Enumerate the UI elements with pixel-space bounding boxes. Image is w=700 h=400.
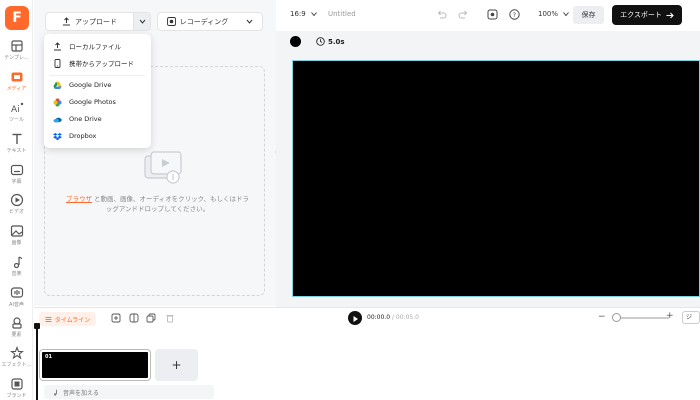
background-color-picker[interactable] bbox=[290, 36, 301, 47]
timeline-zoom-slider[interactable] bbox=[613, 317, 669, 319]
elements-icon bbox=[11, 317, 22, 329]
left-rail: F テンプレ… メディア Ai ツール テキスト 字幕 ビデオ 画像 音楽 AI… bbox=[0, 0, 33, 400]
sidebar-item-media[interactable]: メディア bbox=[0, 70, 33, 92]
project-title[interactable]: Untitled bbox=[328, 10, 356, 18]
browse-link[interactable]: ブラウザ bbox=[66, 195, 92, 203]
google-drive-icon bbox=[53, 81, 62, 89]
chevron-down-icon bbox=[311, 12, 317, 17]
aspect-ratio-select[interactable]: 16:9 bbox=[290, 10, 317, 18]
menu-divider bbox=[50, 75, 145, 76]
sidebar-item-tools[interactable]: Ai ツール bbox=[0, 101, 33, 123]
timeline: タイムライン 00:00.0 / 00:05.0 − + ジ 01 + 音声を加… bbox=[34, 307, 700, 400]
sidebar-item-text[interactable]: テキスト bbox=[0, 132, 33, 154]
playhead[interactable] bbox=[34, 323, 40, 400]
sidebar-item-image[interactable]: 画像 bbox=[0, 224, 33, 246]
clock-icon bbox=[316, 37, 325, 46]
top-toolbar: 16:9 Untitled ? 100% 保存 エクスポート bbox=[276, 0, 700, 31]
svg-text:Ai: Ai bbox=[11, 105, 20, 115]
sidebar-item-ai-voice[interactable]: AI音声 bbox=[0, 286, 33, 308]
split-icon[interactable] bbox=[129, 313, 139, 323]
save-button[interactable]: 保存 bbox=[573, 6, 604, 24]
image-icon bbox=[10, 225, 23, 237]
add-audio-track[interactable]: 音声を加える bbox=[44, 385, 214, 399]
export-button[interactable]: エクスポート bbox=[612, 5, 682, 25]
music-icon bbox=[13, 256, 22, 269]
editor-app: F テンプレ… メディア Ai ツール テキスト 字幕 ビデオ 画像 音楽 AI… bbox=[0, 0, 700, 400]
media-upload-illustration-icon bbox=[144, 151, 182, 184]
chevron-down-icon bbox=[563, 12, 570, 17]
menu-item-google-drive[interactable]: Google Drive bbox=[44, 77, 151, 93]
sidebar-item-effects[interactable]: エフェクト… bbox=[0, 346, 33, 368]
sidebar-item-music[interactable]: 音楽 bbox=[0, 255, 33, 277]
help-icon[interactable]: ? bbox=[509, 9, 520, 20]
ai-voice-icon bbox=[10, 287, 23, 298]
phone-icon bbox=[54, 58, 61, 68]
upload-icon bbox=[63, 17, 70, 26]
clip-number: 01 bbox=[45, 354, 52, 360]
subtitle-icon bbox=[10, 164, 23, 176]
upload-options-toggle[interactable] bbox=[134, 12, 151, 31]
playhead-handle[interactable] bbox=[34, 323, 40, 329]
record-button[interactable]: レコーディング bbox=[157, 12, 263, 31]
menu-item-onedrive[interactable]: One Drive bbox=[44, 111, 151, 127]
sidebar-item-template[interactable]: テンプレ… bbox=[0, 39, 33, 61]
menu-item-phone-upload[interactable]: 携帯からアップロード bbox=[44, 55, 151, 71]
chevron-down-icon bbox=[139, 19, 145, 24]
app-logo[interactable]: F bbox=[5, 6, 29, 30]
menu-item-dropbox[interactable]: Dropbox bbox=[44, 128, 151, 144]
template-icon bbox=[10, 40, 23, 52]
video-canvas[interactable] bbox=[292, 60, 700, 297]
svg-text:?: ? bbox=[513, 11, 516, 19]
effects-icon bbox=[9, 346, 24, 360]
play-icon bbox=[353, 316, 358, 322]
timeline-icon bbox=[45, 316, 52, 322]
scene-duration[interactable]: 5.0s bbox=[316, 37, 345, 46]
upload-icon bbox=[54, 41, 61, 50]
timeline-clip[interactable]: 01 bbox=[39, 349, 151, 381]
redo-icon[interactable] bbox=[458, 9, 469, 20]
record-icon bbox=[166, 17, 176, 26]
undo-icon[interactable] bbox=[436, 9, 447, 20]
delete-icon[interactable] bbox=[165, 313, 175, 323]
video-icon bbox=[10, 193, 23, 207]
preview-area: 5.0s bbox=[276, 31, 700, 307]
add-track-icon[interactable] bbox=[111, 313, 121, 323]
play-button[interactable] bbox=[348, 311, 362, 325]
upload-button[interactable]: アップロード bbox=[45, 12, 134, 31]
timeline-zoom-knob[interactable] bbox=[612, 313, 621, 322]
music-note-icon bbox=[54, 389, 57, 396]
preview-capture-icon[interactable] bbox=[487, 9, 498, 20]
onedrive-icon bbox=[53, 117, 62, 122]
brand-icon bbox=[10, 378, 23, 390]
timeline-mode-toggle[interactable]: タイムライン bbox=[39, 312, 96, 326]
total-time: / 00:05.0 bbox=[392, 314, 419, 321]
zoom-select[interactable]: 100% bbox=[538, 10, 570, 18]
add-clip-button[interactable]: + bbox=[155, 349, 198, 381]
sidebar-item-subtitle[interactable]: 字幕 bbox=[0, 163, 33, 185]
menu-item-google-photos[interactable]: Google Photos bbox=[44, 94, 151, 110]
arrow-right-icon bbox=[666, 12, 674, 18]
sidebar-item-video[interactable]: ビデオ bbox=[0, 193, 33, 215]
timeline-zoom-in-button[interactable]: + bbox=[666, 311, 674, 321]
ai-tools-icon: Ai bbox=[11, 102, 23, 115]
upload-options-menu: ローカルファイル 携帯からアップロード Google Drive Google … bbox=[44, 34, 151, 148]
current-time: 00:00.0 bbox=[367, 314, 391, 321]
duplicate-icon[interactable] bbox=[146, 313, 156, 323]
text-icon bbox=[12, 133, 21, 144]
timeline-fit-button[interactable]: ジ bbox=[682, 311, 700, 324]
chevron-down-icon bbox=[246, 19, 253, 24]
dropbox-icon bbox=[53, 132, 62, 140]
media-folder-icon bbox=[11, 72, 22, 82]
drop-instructions: ブラウザ と動画、画像、オーディオをクリック、もしくはドラッグアンドドロップして… bbox=[65, 195, 250, 213]
menu-item-local-file[interactable]: ローカルファイル bbox=[44, 38, 151, 54]
timeline-zoom-out-button[interactable]: − bbox=[598, 312, 606, 322]
google-photos-icon bbox=[53, 98, 62, 106]
sidebar-item-elements[interactable]: 要素 bbox=[0, 316, 33, 338]
sidebar-item-brand[interactable]: ブランド bbox=[0, 377, 33, 399]
